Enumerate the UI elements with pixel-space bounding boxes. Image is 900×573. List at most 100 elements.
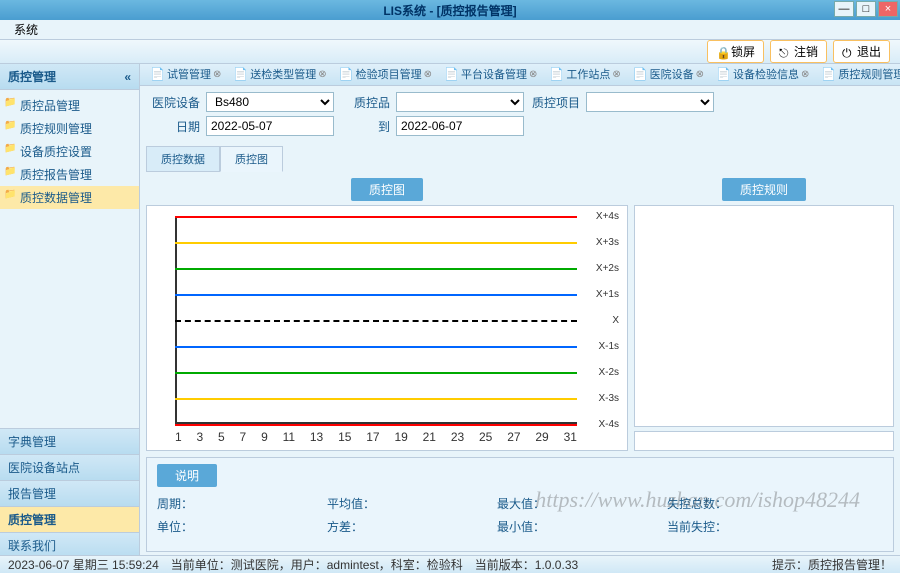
sidebar-category[interactable]: 质控管理 bbox=[0, 506, 139, 532]
rule-list[interactable] bbox=[634, 205, 894, 427]
qc-chart: X+4sX+3sX+2sX+1sXX-1sX-2sX-3sX-4s 135791… bbox=[146, 205, 628, 451]
chart-level-line: X-1s bbox=[175, 346, 577, 348]
chart-level-label: X+2s bbox=[596, 263, 619, 274]
tab-close-icon[interactable]: ⊗ bbox=[213, 69, 221, 80]
stat-period: 周期： bbox=[157, 495, 307, 512]
tab-close-icon[interactable]: ⊗ bbox=[424, 69, 432, 80]
label-project: 质控项目 bbox=[530, 94, 580, 111]
exit-icon: ⏻ bbox=[842, 46, 854, 58]
chart-level-line: X+1s bbox=[175, 294, 577, 296]
close-button[interactable]: × bbox=[878, 1, 898, 17]
explain-title: 说明 bbox=[157, 464, 217, 487]
window-controls: — □ × bbox=[834, 1, 898, 17]
chart-level-line: X+3s bbox=[175, 242, 577, 244]
sidebar-item[interactable]: 设备质控设置 bbox=[0, 140, 139, 163]
sidebar-category[interactable]: 医院设备站点 bbox=[0, 454, 139, 480]
x-tick: 15 bbox=[338, 430, 351, 444]
app-title: LIS系统 - [质控报告管理] bbox=[383, 2, 516, 19]
stat-min: 最小值： bbox=[497, 518, 647, 535]
label-qc: 质控品 bbox=[340, 94, 390, 111]
rule-title: 质控规则 bbox=[722, 178, 806, 201]
date-to-input[interactable] bbox=[396, 116, 524, 136]
tab-strip: 📄试管管理 ⊗📄送检类型管理 ⊗📄检验项目管理 ⊗📄平台设备管理 ⊗📄工作站点 … bbox=[140, 64, 900, 86]
x-tick: 13 bbox=[310, 430, 323, 444]
logout-icon: ⎋ bbox=[779, 46, 791, 58]
rule-input[interactable] bbox=[634, 431, 894, 451]
x-tick: 29 bbox=[535, 430, 548, 444]
status-right: 提示：质控报告管理！ bbox=[772, 556, 892, 573]
tab-close-icon[interactable]: ⊗ bbox=[612, 69, 620, 80]
x-tick: 7 bbox=[240, 430, 247, 444]
subtab-data[interactable]: 质控数据 bbox=[146, 146, 220, 172]
tab[interactable]: 📄平台设备管理 ⊗ bbox=[438, 64, 543, 85]
chart-level-label: X+1s bbox=[596, 289, 619, 300]
stat-fail-now: 当前失控： bbox=[667, 518, 817, 535]
chart-level-label: X-4s bbox=[598, 419, 619, 430]
tab[interactable]: 📄试管管理 ⊗ bbox=[144, 64, 227, 85]
explain-panel: 说明 周期： 平均值： 最大值： 失控总数： 单位： 方差： 最小值： 当前失控… bbox=[146, 457, 894, 552]
x-tick: 31 bbox=[564, 430, 577, 444]
stat-unit: 单位： bbox=[157, 518, 307, 535]
title-bar: LIS系统 - [质控报告管理] — □ × bbox=[0, 0, 900, 20]
collapse-icon[interactable]: « bbox=[124, 70, 131, 84]
sidebar-item[interactable]: 质控数据管理 bbox=[0, 186, 139, 209]
chart-level-label: X+4s bbox=[596, 211, 619, 222]
menu-bar: 系统 bbox=[0, 20, 900, 40]
label-date: 日期 bbox=[150, 118, 200, 135]
tab-close-icon[interactable]: ⊗ bbox=[529, 69, 537, 80]
maximize-button[interactable]: □ bbox=[856, 1, 876, 17]
chart-level-line: X+2s bbox=[175, 268, 577, 270]
chart-level-line: X+4s bbox=[175, 216, 577, 218]
tab[interactable]: 📄医院设备 ⊗ bbox=[627, 64, 710, 85]
label-to: 到 bbox=[340, 118, 390, 135]
chart-level-label: X-1s bbox=[598, 341, 619, 352]
toolbar: 🔒锁屏 ⎋注销 ⏻退出 bbox=[0, 40, 900, 64]
tab[interactable]: 📄质控规则管理 ⊗ bbox=[815, 64, 900, 85]
filter-panel: 医院设备 Bs480 质控品 质控项目 日期 到 bbox=[140, 86, 900, 146]
date-from-input[interactable] bbox=[206, 116, 334, 136]
x-tick: 17 bbox=[366, 430, 379, 444]
sidebar-category[interactable]: 报告管理 bbox=[0, 480, 139, 506]
tab[interactable]: 📄设备检验信息 ⊗ bbox=[710, 64, 815, 85]
qc-select[interactable] bbox=[396, 92, 524, 112]
chart-level-label: X-3s bbox=[598, 393, 619, 404]
x-tick: 25 bbox=[479, 430, 492, 444]
chart-title: 质控图 bbox=[351, 178, 423, 201]
chart-level-label: X-2s bbox=[598, 367, 619, 378]
tab[interactable]: 📄送检类型管理 ⊗ bbox=[227, 64, 332, 85]
x-tick: 11 bbox=[283, 430, 295, 444]
chart-level-line: X bbox=[175, 320, 577, 322]
x-tick: 21 bbox=[423, 430, 436, 444]
logout-button[interactable]: ⎋注销 bbox=[770, 40, 827, 63]
tab-close-icon[interactable]: ⊗ bbox=[318, 69, 326, 80]
stat-variance: 方差： bbox=[327, 518, 477, 535]
tab[interactable]: 📄检验项目管理 ⊗ bbox=[333, 64, 438, 85]
x-tick: 9 bbox=[261, 430, 268, 444]
device-select[interactable]: Bs480 bbox=[206, 92, 334, 112]
tab-close-icon[interactable]: ⊗ bbox=[696, 69, 704, 80]
status-bar: 2023-06-07 星期三 15:59:24 当前单位：测试医院，用户：adm… bbox=[0, 555, 900, 573]
lock-button[interactable]: 🔒锁屏 bbox=[707, 40, 764, 63]
sidebar-item[interactable]: 质控规则管理 bbox=[0, 117, 139, 140]
chart-level-line: X-4s bbox=[175, 424, 577, 426]
chart-level-label: X+3s bbox=[596, 237, 619, 248]
x-tick: 3 bbox=[197, 430, 204, 444]
stat-max: 最大值： bbox=[497, 495, 647, 512]
tab[interactable]: 📄工作站点 ⊗ bbox=[543, 64, 626, 85]
stat-mean: 平均值： bbox=[327, 495, 477, 512]
sub-tabs: 质控数据 质控图 bbox=[140, 146, 900, 172]
x-tick: 27 bbox=[507, 430, 520, 444]
stat-fail-total: 失控总数： bbox=[667, 495, 817, 512]
exit-button[interactable]: ⏻退出 bbox=[833, 40, 890, 63]
x-tick: 19 bbox=[394, 430, 407, 444]
project-select[interactable] bbox=[586, 92, 714, 112]
chart-level-label: X bbox=[612, 315, 619, 326]
tab-close-icon[interactable]: ⊗ bbox=[801, 69, 809, 80]
sidebar-item[interactable]: 质控品管理 bbox=[0, 94, 139, 117]
sidebar-item[interactable]: 质控报告管理 bbox=[0, 163, 139, 186]
subtab-chart[interactable]: 质控图 bbox=[220, 146, 283, 172]
minimize-button[interactable]: — bbox=[834, 1, 854, 17]
sidebar-category[interactable]: 字典管理 bbox=[0, 428, 139, 454]
menu-system[interactable]: 系统 bbox=[6, 19, 46, 40]
chart-level-line: X-3s bbox=[175, 398, 577, 400]
